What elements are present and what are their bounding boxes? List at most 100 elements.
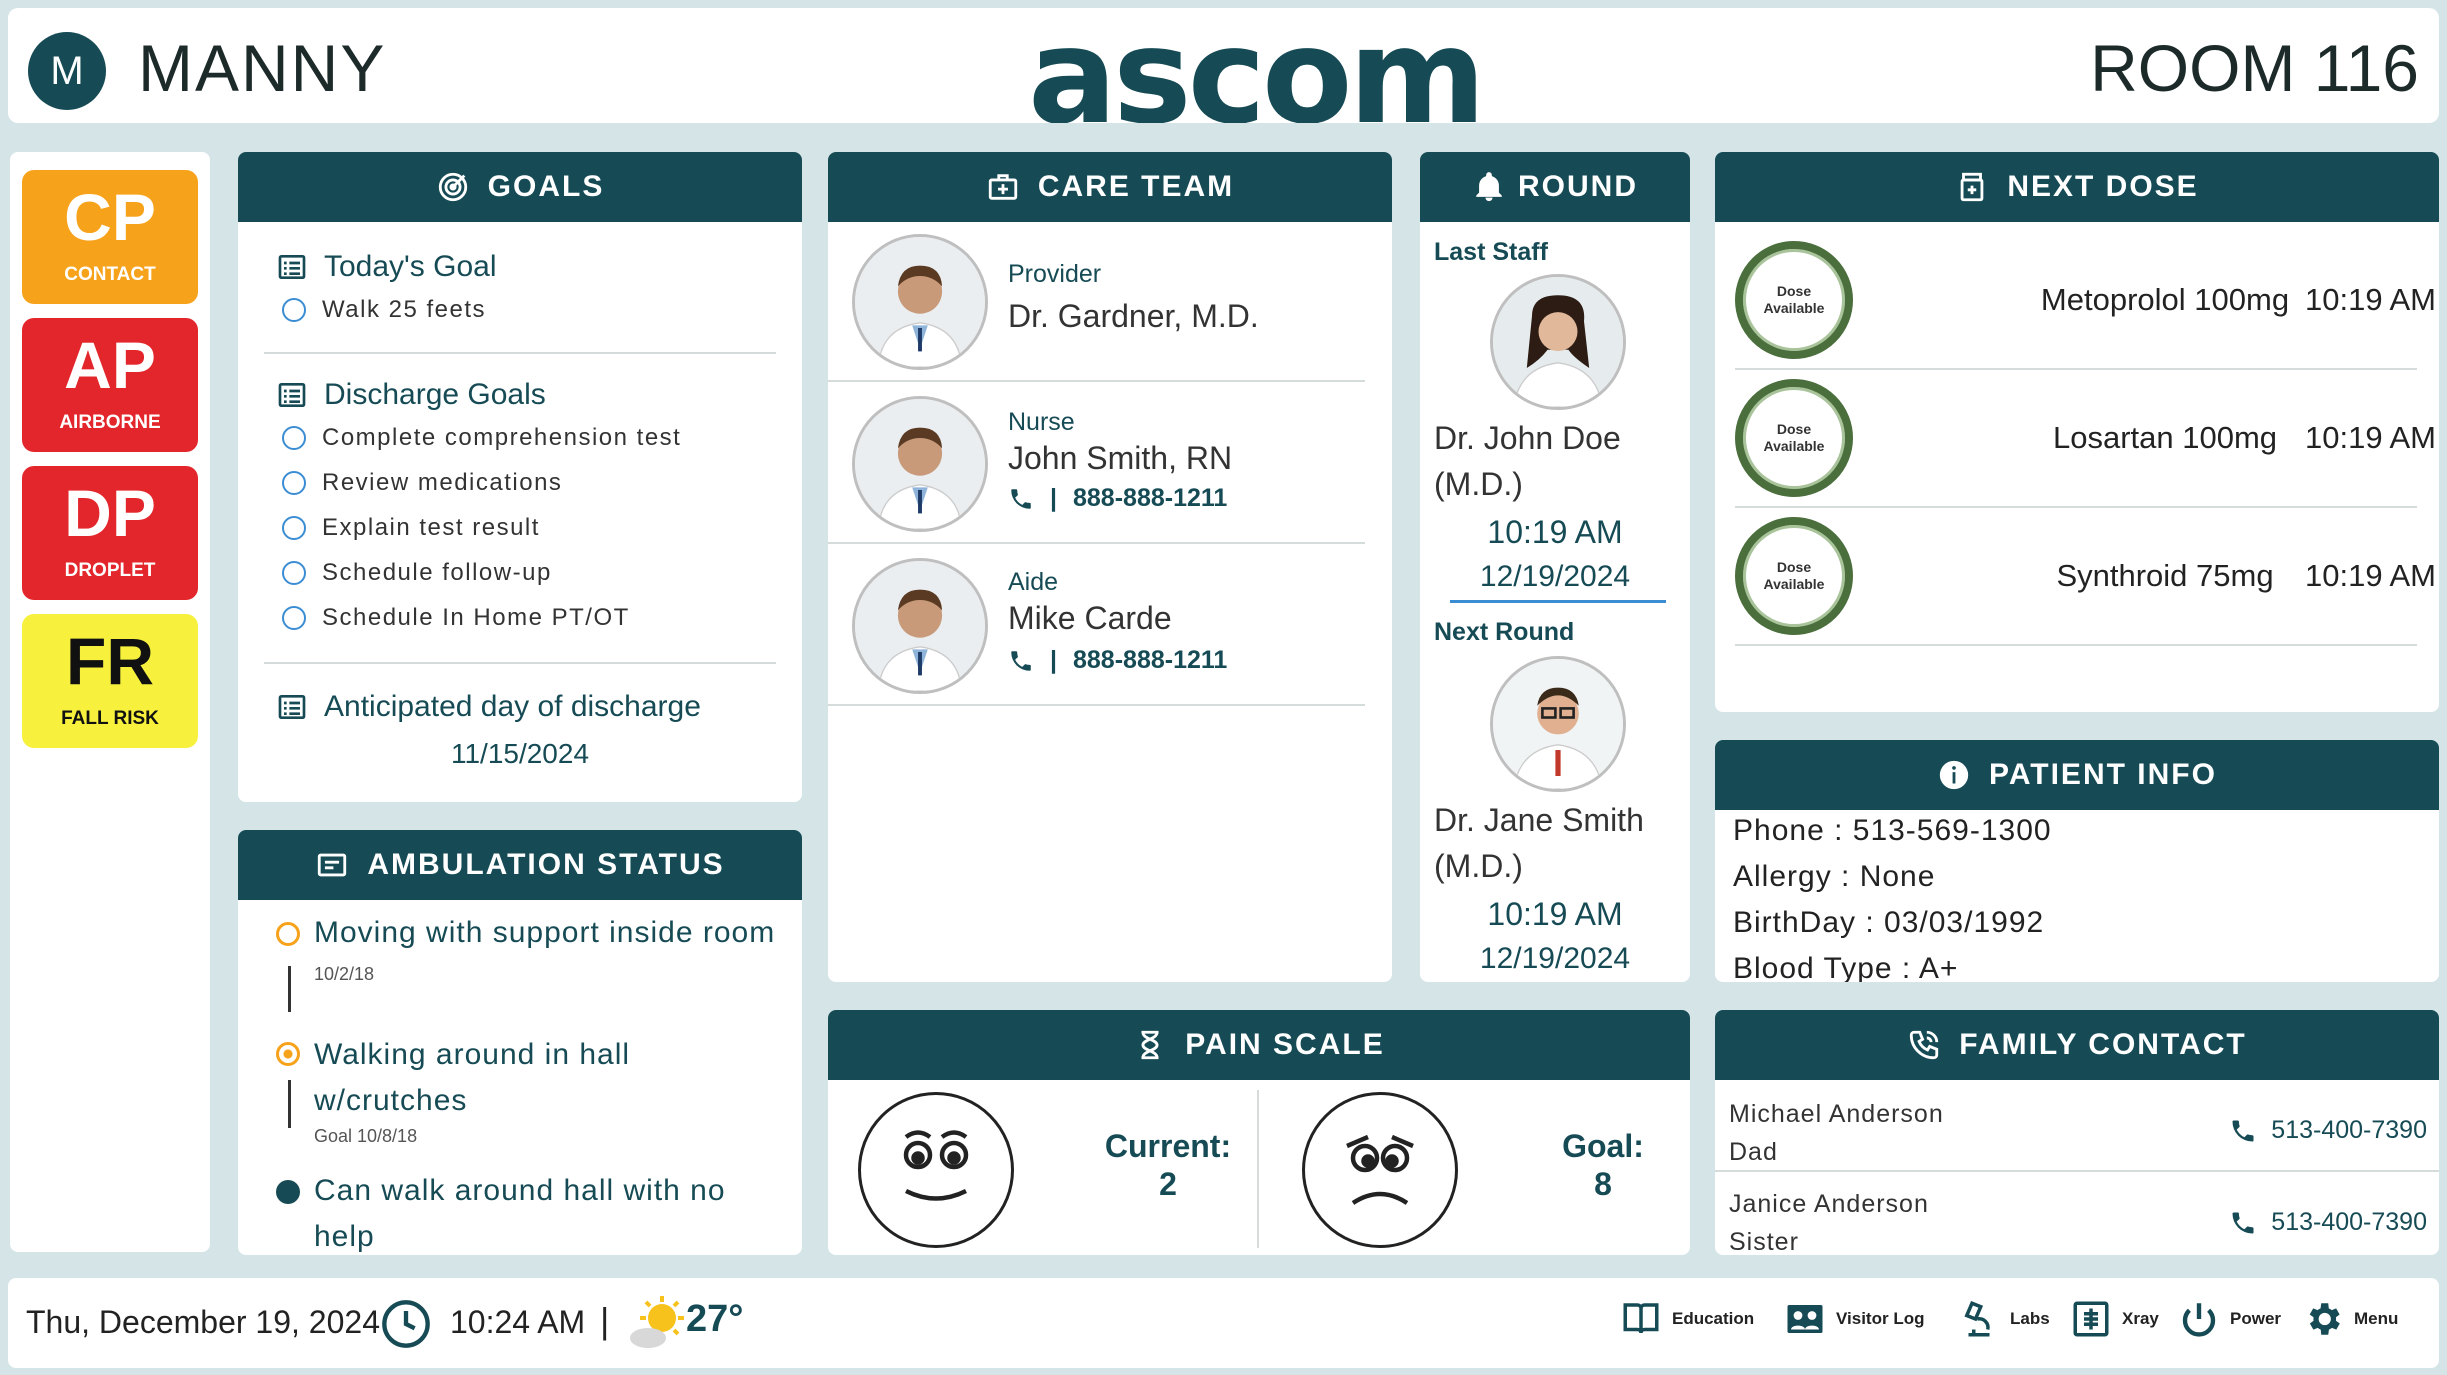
checkbox-circle[interactable] bbox=[282, 426, 306, 450]
care-team-member[interactable]: Provider Dr. Gardner, M.D. bbox=[828, 222, 1365, 382]
family-contact-row[interactable]: Janice Anderson Sister 513-400-7390 bbox=[1715, 1172, 2439, 1255]
menu-button[interactable]: Menu bbox=[2302, 1298, 2398, 1340]
visitor-log-label: Visitor Log bbox=[1836, 1309, 1925, 1328]
dose-available-badge: Dose Available bbox=[1735, 241, 1853, 359]
contact-phone[interactable]: 513-400-7390 bbox=[2229, 1116, 2427, 1145]
goal-item[interactable]: Explain test result bbox=[282, 514, 802, 542]
sad-face-icon bbox=[1302, 1092, 1458, 1248]
phone-separator: | bbox=[1050, 484, 1057, 512]
goals-card: GOALS Today's Goal Walk 25 feets Dischar… bbox=[238, 152, 802, 802]
timeline-line bbox=[288, 1080, 291, 1128]
doctor-avatar bbox=[852, 558, 988, 694]
goal-item[interactable]: Complete comprehension test bbox=[282, 424, 802, 452]
status-card-icon bbox=[318, 853, 347, 877]
ambulation-title: AMBULATION STATUS bbox=[367, 848, 725, 881]
status-current-circle bbox=[276, 1042, 300, 1066]
patient-birthday: BirthDay : 03/03/1992 bbox=[1733, 906, 2045, 939]
isolation-label: DROPLET bbox=[64, 560, 156, 581]
family-contact-card: FAMILY CONTACT Michael Anderson Dad 513-… bbox=[1715, 1010, 2439, 1255]
isolation-badge-contact[interactable]: CP CONTACT bbox=[22, 170, 198, 304]
power-button[interactable]: Power bbox=[2178, 1298, 2281, 1340]
visitor-log-button[interactable]: Visitor Log bbox=[1784, 1298, 1924, 1340]
dose-row[interactable]: Dose Available Losartan 100mg 10:19 AM bbox=[1735, 370, 2436, 508]
education-button[interactable]: Education bbox=[1620, 1298, 1754, 1340]
goal-item[interactable]: Schedule follow-up bbox=[282, 559, 802, 587]
last-staff-name: Dr. John Doe bbox=[1434, 420, 1621, 456]
contact-phone[interactable]: 513-400-7390 bbox=[2229, 1208, 2427, 1237]
next-round-avatar bbox=[1490, 656, 1626, 792]
current-date: Thu, December 19, 2024 bbox=[26, 1304, 380, 1340]
phone-separator: | bbox=[1050, 646, 1057, 674]
anticipated-discharge-title: Anticipated day of discharge bbox=[324, 690, 701, 723]
goal-item[interactable]: Schedule In Home PT/OT bbox=[282, 604, 802, 632]
hourglass-icon bbox=[1141, 1030, 1159, 1060]
labs-label: Labs bbox=[2010, 1309, 2050, 1328]
next-round-time: 10:19 AM bbox=[1487, 896, 1623, 932]
round-header: ROUND bbox=[1420, 152, 1690, 222]
member-phone-number: 888-888-1211 bbox=[1073, 646, 1228, 674]
today-goal-title: Today's Goal bbox=[324, 250, 497, 283]
round-divider bbox=[1450, 600, 1666, 603]
goal-item[interactable]: Walk 25 feets bbox=[282, 296, 802, 324]
contact-name: Michael Anderson bbox=[1729, 1100, 1944, 1128]
ambulation-header: AMBULATION STATUS bbox=[238, 830, 802, 900]
care-team-member[interactable]: Aide Mike Carde | 888-888-1211 bbox=[828, 546, 1365, 706]
labs-button[interactable]: Labs bbox=[1958, 1298, 2050, 1340]
isolation-label: FALL RISK bbox=[61, 708, 159, 729]
temperature: 27° bbox=[686, 1298, 744, 1340]
isolation-badge-fall-risk[interactable]: FR FALL RISK bbox=[22, 614, 198, 748]
isolation-badge-droplet[interactable]: DP DROPLET bbox=[22, 466, 198, 600]
checkbox-circle[interactable] bbox=[282, 471, 306, 495]
isolation-badge-airborne[interactable]: AP AIRBORNE bbox=[22, 318, 198, 452]
member-phone[interactable]: | 888-888-1211 bbox=[1008, 484, 1227, 513]
clock-icon bbox=[382, 1300, 430, 1348]
isolation-panel: CP CONTACT AP AIRBORNE DP DROPLET FR FAL… bbox=[10, 152, 210, 1252]
member-phone[interactable]: | 888-888-1211 bbox=[1008, 646, 1227, 675]
next-round-credential: (M.D.) bbox=[1434, 848, 1523, 884]
patient-name: MANNY bbox=[138, 31, 387, 105]
pain-scale-title: PAIN SCALE bbox=[1185, 1028, 1385, 1061]
phone-icon bbox=[2232, 1120, 2254, 1141]
today-goal-heading: Today's Goal bbox=[276, 250, 802, 284]
xray-button[interactable]: Xray bbox=[2070, 1298, 2159, 1340]
ambulation-item-text: Can walk around hall with no help bbox=[314, 1174, 726, 1253]
anticipated-discharge-date: 11/15/2024 bbox=[450, 738, 590, 769]
goal-item-label: Review medications bbox=[322, 469, 563, 496]
discharge-goals-heading: Discharge Goals bbox=[276, 378, 802, 412]
next-round-label: Next Round bbox=[1434, 618, 1575, 646]
pain-goal-label: Goal: bbox=[1562, 1128, 1644, 1164]
medical-bag-icon bbox=[988, 174, 1017, 200]
checkbox-circle[interactable] bbox=[282, 606, 306, 630]
pain-scale-header: PAIN SCALE bbox=[828, 1010, 1690, 1080]
round-card: ROUND Last Staff Dr. John Doe (M.D.) 10:… bbox=[1420, 152, 1690, 982]
isolation-code: CP bbox=[64, 180, 156, 254]
goal-item-label: Complete comprehension test bbox=[322, 424, 682, 451]
ascom-logo: ascom bbox=[1028, 8, 1486, 123]
dose-row[interactable]: Dose Available Synthroid 75mg 10:19 AM bbox=[1735, 508, 2436, 646]
family-contact-row[interactable]: Michael Anderson Dad 513-400-7390 bbox=[1715, 1080, 2439, 1172]
contact-relation: Sister bbox=[1729, 1228, 1799, 1255]
next-round-name: Dr. Jane Smith bbox=[1434, 802, 1644, 838]
care-team-member[interactable]: Nurse John Smith, RN | 888-888-1211 bbox=[828, 384, 1365, 544]
ambulation-item-date: 10/2/18 bbox=[314, 964, 375, 984]
current-time: 10:24 AM bbox=[450, 1304, 586, 1340]
list-icon bbox=[278, 383, 306, 407]
ambulation-item-text: Moving with support inside room bbox=[314, 916, 776, 949]
list-icon bbox=[278, 255, 306, 279]
ambulation-card: AMBULATION STATUS Moving with support in… bbox=[238, 830, 802, 1255]
member-phone-number: 888-888-1211 bbox=[1073, 484, 1228, 512]
goal-item-label: Schedule follow-up bbox=[322, 559, 552, 586]
checkbox-circle[interactable] bbox=[282, 561, 306, 585]
pain-scale-card: PAIN SCALE Current: 2 Goal: 8 bbox=[828, 1010, 1690, 1255]
dose-row[interactable]: Dose Available Metoprolol 100mg 10:19 AM bbox=[1735, 232, 2436, 370]
goal-item[interactable]: Review medications bbox=[282, 469, 802, 497]
goal-item-label: Explain test result bbox=[322, 514, 540, 541]
checkbox-circle[interactable] bbox=[282, 516, 306, 540]
status-open-circle bbox=[276, 922, 300, 946]
member-role: Provider bbox=[1008, 260, 1102, 288]
checkbox-circle[interactable] bbox=[282, 298, 306, 322]
power-icon bbox=[2182, 1303, 2216, 1337]
dose-available-badge: Dose Available bbox=[1735, 379, 1853, 497]
xray-icon bbox=[2073, 1301, 2109, 1337]
care-team-title: CARE TEAM bbox=[1037, 170, 1235, 203]
